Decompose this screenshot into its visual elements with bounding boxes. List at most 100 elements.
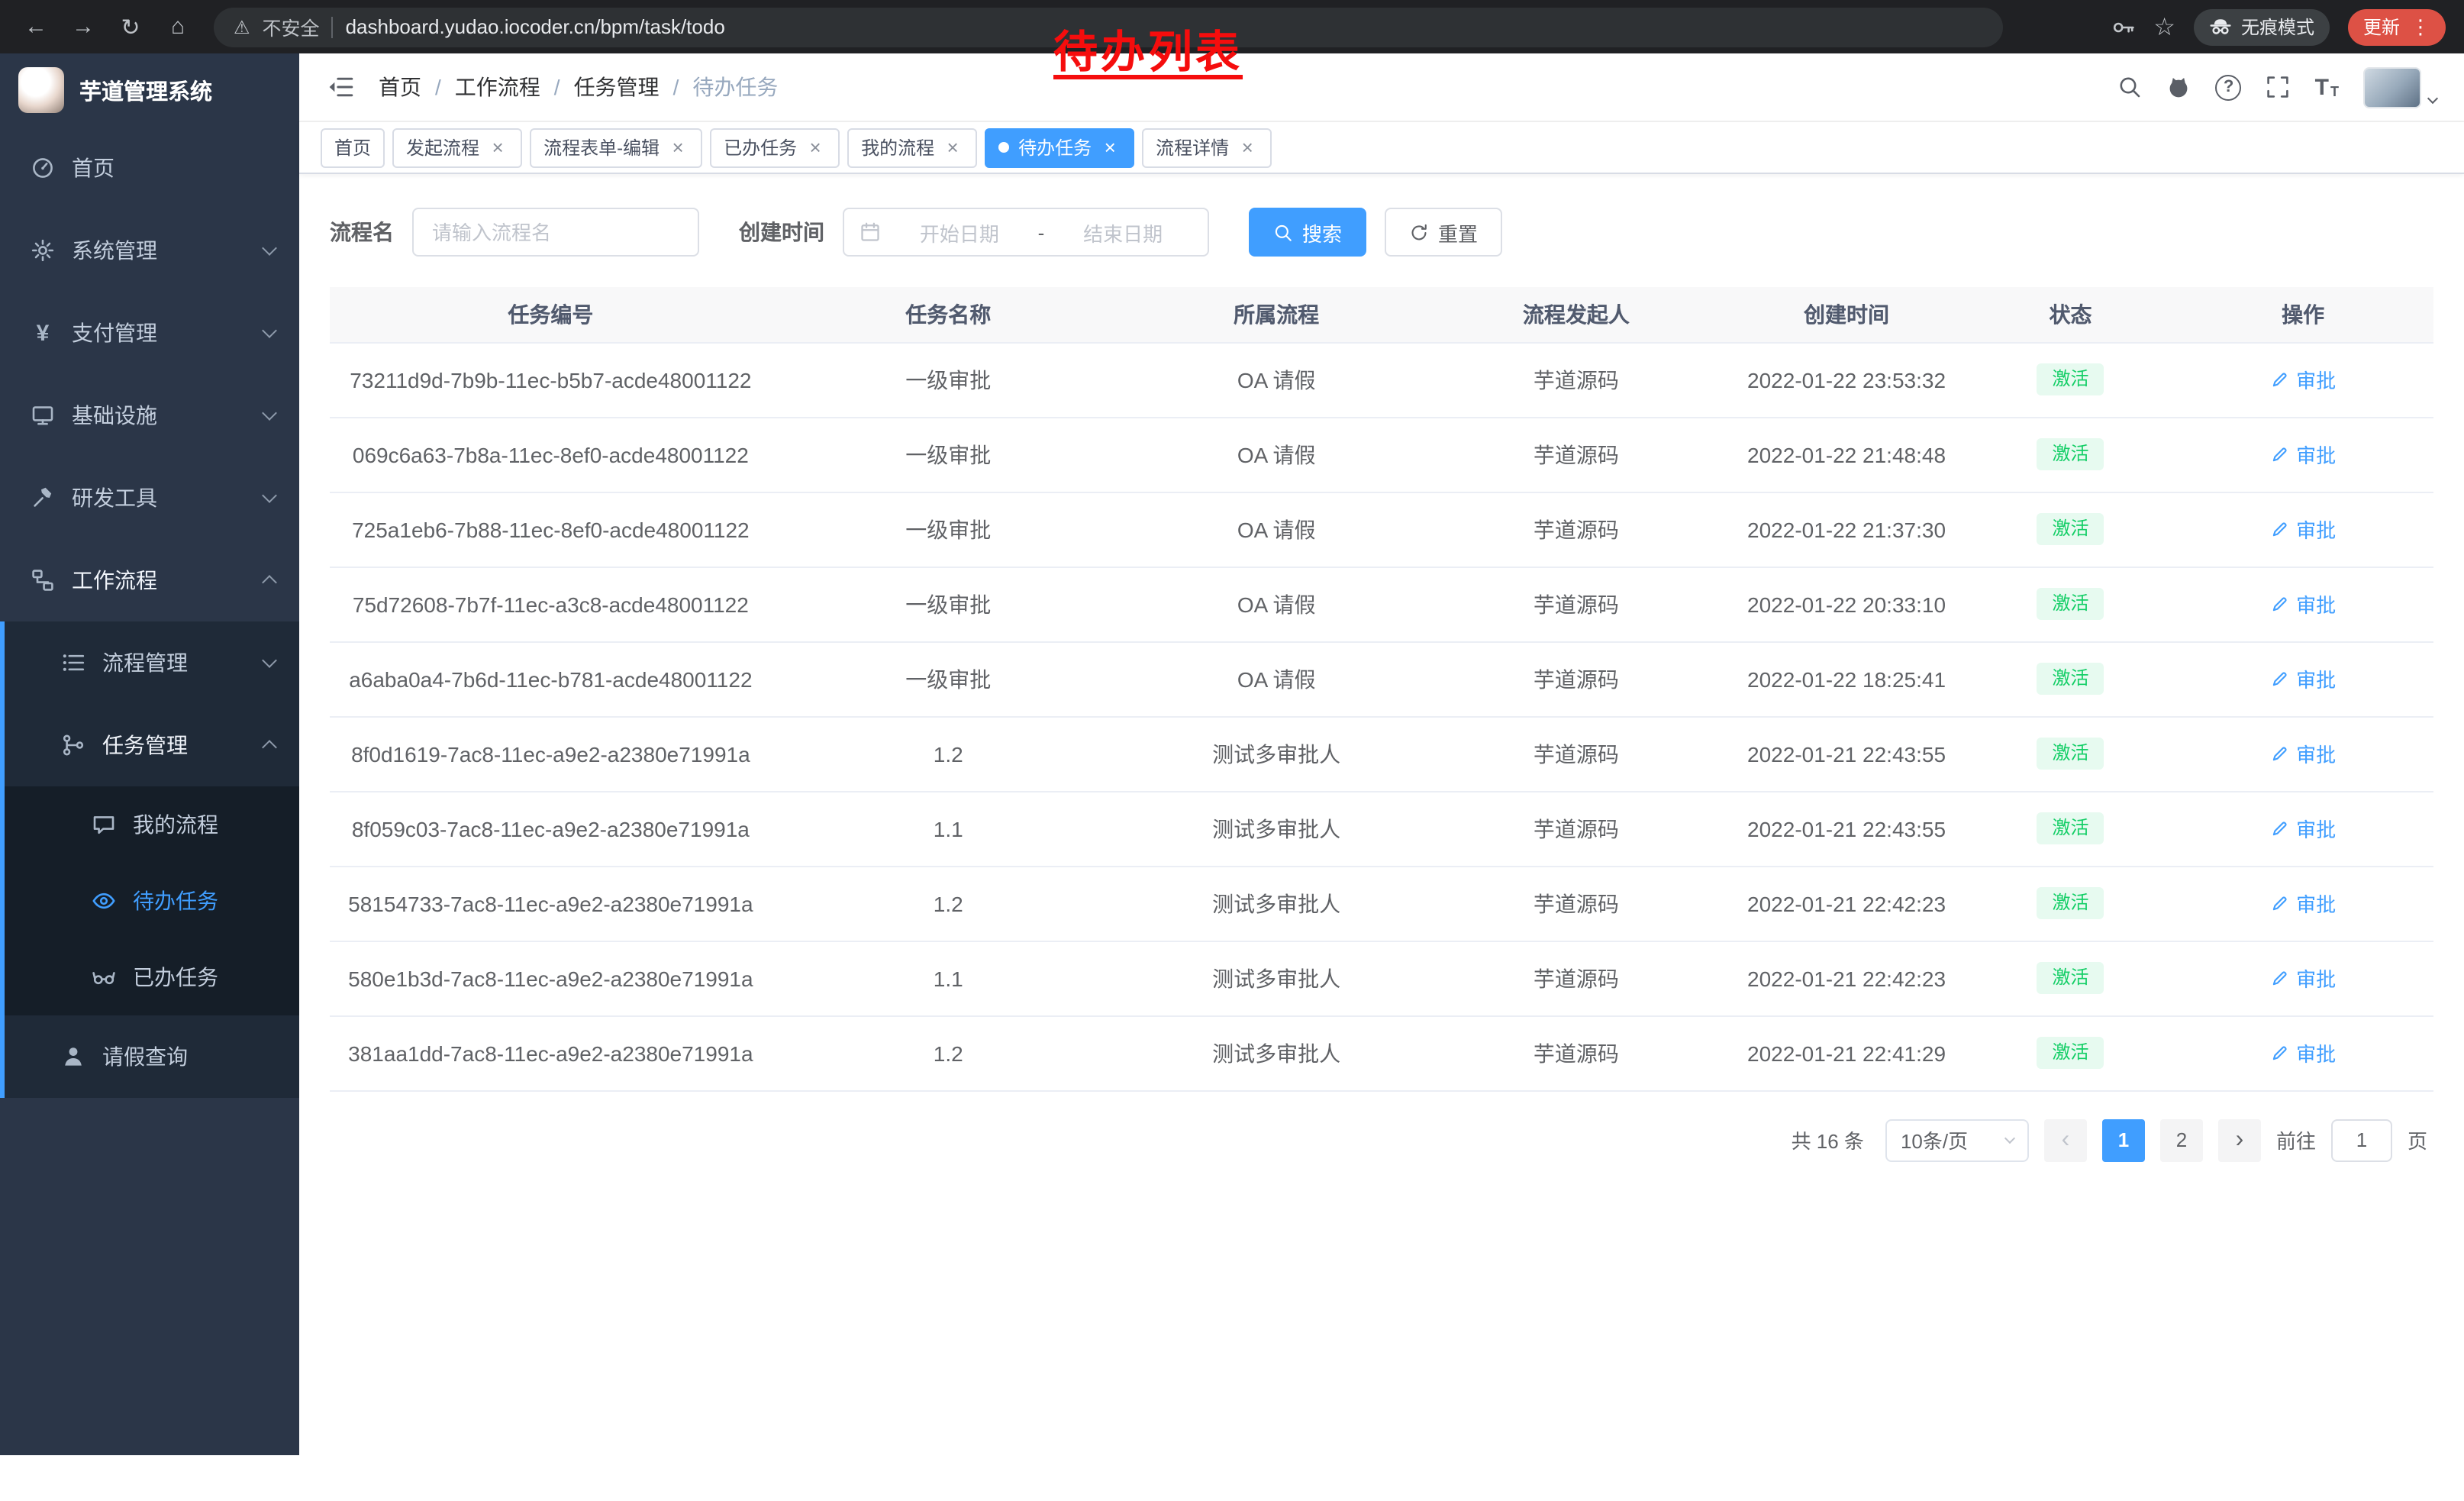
chevron-up-icon	[262, 575, 277, 590]
end-date-placeholder[interactable]: 结束日期	[1053, 218, 1192, 247]
chat-icon	[92, 812, 116, 837]
status-badge: 激活	[2037, 961, 2104, 994]
logo-row[interactable]: 芋道管理系统	[0, 53, 299, 127]
sidebar-item-leave-query[interactable]: 请假查询	[5, 1015, 299, 1098]
user-avatar[interactable]	[2363, 66, 2421, 108]
browser-forward-icon[interactable]: →	[63, 6, 104, 47]
table-row: 725a1eb6-7b88-11ec-8ef0-acde48001122 一级审…	[330, 492, 2433, 567]
approve-link[interactable]: 审批	[2270, 589, 2336, 618]
user-menu[interactable]	[2363, 66, 2437, 108]
sidebar-item-my-process[interactable]: 我的流程	[5, 786, 299, 863]
approve-link[interactable]: 审批	[2270, 889, 2336, 918]
sidebar-item-devtools[interactable]: 研发工具	[0, 457, 299, 539]
prev-page-button[interactable]: ‹	[2044, 1118, 2087, 1161]
search-button[interactable]: 搜索	[1249, 208, 1366, 257]
close-icon[interactable]: ×	[667, 137, 689, 158]
approve-link[interactable]: 审批	[2270, 964, 2336, 993]
approve-link[interactable]: 审批	[2270, 814, 2336, 843]
user-icon	[61, 1044, 85, 1069]
next-page-button[interactable]: ›	[2218, 1118, 2261, 1161]
key-icon[interactable]	[2111, 15, 2135, 39]
sidebar-item-task-mgmt[interactable]: 任务管理	[5, 704, 299, 786]
browser-reload-icon[interactable]: ↻	[110, 6, 151, 47]
sidebar-collapse-icon[interactable]	[327, 73, 354, 101]
app-title: 芋道管理系统	[79, 74, 212, 106]
cell-task-id: 381aa1dd-7ac8-11ec-a9e2-a2380e71991a	[330, 1015, 772, 1090]
page-size-select[interactable]: 10条/页	[1885, 1118, 2029, 1161]
approve-link[interactable]: 审批	[2270, 440, 2336, 469]
table-row: 75d72608-7b7f-11ec-a3c8-acde48001122 一级审…	[330, 567, 2433, 641]
approve-link[interactable]: 审批	[2270, 739, 2336, 768]
breadcrumb-separator: /	[673, 75, 679, 99]
process-name-input[interactable]	[412, 208, 699, 257]
sidebar-item-infra[interactable]: 基础设施	[0, 374, 299, 457]
tab-my-process[interactable]: 我的流程×	[847, 128, 977, 167]
breadcrumb-task-mgmt[interactable]: 任务管理	[574, 72, 660, 102]
breadcrumb-home[interactable]: 首页	[379, 72, 421, 102]
browser-back-icon[interactable]: ←	[15, 6, 56, 47]
goto-unit: 页	[2408, 1125, 2427, 1154]
tab-start-process[interactable]: 发起流程×	[392, 128, 522, 167]
date-range-picker[interactable]: 开始日期 - 结束日期	[843, 208, 1209, 257]
fullscreen-icon[interactable]	[2266, 75, 2291, 99]
pen-icon	[2270, 669, 2290, 689]
tab-form-edit[interactable]: 流程表单-编辑×	[530, 128, 702, 167]
breadcrumb-workflow[interactable]: 工作流程	[455, 72, 540, 102]
sidebar-item-todo-tasks[interactable]: 待办任务	[5, 863, 299, 939]
status-badge: 激活	[2037, 512, 2104, 545]
font-size-icon[interactable]: TT	[2315, 76, 2339, 98]
approve-link[interactable]: 审批	[2270, 515, 2336, 544]
close-icon[interactable]: ×	[1099, 137, 1121, 158]
page-button-1[interactable]: 1	[2102, 1118, 2145, 1161]
status-badge: 激活	[2037, 363, 2104, 395]
monitor-icon	[31, 403, 55, 428]
sidebar-item-done-tasks[interactable]: 已办任务	[5, 939, 299, 1015]
chevron-down-icon	[262, 240, 277, 256]
help-icon[interactable]: ?	[2216, 74, 2242, 100]
browser-home-icon[interactable]: ⌂	[157, 6, 198, 47]
approve-link[interactable]: 审批	[2270, 664, 2336, 693]
sidebar-item-home[interactable]: 首页	[0, 127, 299, 209]
close-icon[interactable]: ×	[487, 137, 508, 158]
close-icon[interactable]: ×	[1237, 137, 1258, 158]
approve-link[interactable]: 审批	[2270, 1038, 2336, 1067]
close-icon[interactable]: ×	[942, 137, 963, 158]
browser-actions: ☆ 无痕模式 更新 ⋮	[2111, 8, 2449, 45]
sidebar-item-workflow[interactable]: 工作流程	[0, 539, 299, 621]
security-label[interactable]: 不安全	[263, 12, 320, 41]
pen-icon	[2270, 594, 2290, 614]
tab-process-detail[interactable]: 流程详情×	[1142, 128, 1272, 167]
chevron-down-icon	[262, 653, 277, 668]
col-process: 所属流程	[1125, 287, 1428, 342]
cell-task-id: 58154733-7ac8-11ec-a9e2-a2380e71991a	[330, 866, 772, 941]
cell-create-time: 2022-01-21 22:42:23	[1724, 866, 1969, 941]
pen-icon	[2270, 818, 2290, 838]
sidebar-item-process-mgmt[interactable]: 流程管理	[5, 621, 299, 704]
github-icon[interactable]	[2167, 75, 2191, 99]
reset-button[interactable]: 重置	[1385, 208, 1502, 257]
sidebar-item-system[interactable]: 系统管理	[0, 209, 299, 292]
cell-action: 审批	[2172, 342, 2433, 417]
tab-todo-tasks-active[interactable]: 待办任务×	[985, 128, 1134, 167]
sidebar-item-payment[interactable]: ¥ 支付管理	[0, 292, 299, 374]
cell-create-time: 2022-01-21 22:43:55	[1724, 791, 1969, 866]
tab-home[interactable]: 首页	[321, 128, 385, 167]
bookmark-star-icon[interactable]: ☆	[2153, 11, 2175, 42]
col-create-time: 创建时间	[1724, 287, 1969, 342]
url-text[interactable]: dashboard.yudao.iocoder.cn/bpm/task/todo	[346, 15, 725, 38]
cell-task-name: 一级审批	[772, 641, 1125, 716]
goto-page-input[interactable]	[2331, 1118, 2392, 1161]
cell-action: 审批	[2172, 492, 2433, 567]
page-button-2[interactable]: 2	[2160, 1118, 2203, 1161]
gear-icon	[31, 238, 55, 263]
menu-dots-icon[interactable]: ⋮	[2411, 15, 2430, 39]
close-icon[interactable]: ×	[805, 137, 826, 158]
start-date-placeholder[interactable]: 开始日期	[890, 218, 1029, 247]
breadcrumb-separator: /	[435, 75, 441, 99]
col-task-id: 任务编号	[330, 287, 772, 342]
update-button[interactable]: 更新 ⋮	[2348, 8, 2446, 45]
cell-status: 激活	[1969, 1015, 2172, 1090]
search-icon[interactable]	[2118, 75, 2143, 99]
tab-done-tasks[interactable]: 已办任务×	[710, 128, 840, 167]
approve-link[interactable]: 审批	[2270, 365, 2336, 394]
